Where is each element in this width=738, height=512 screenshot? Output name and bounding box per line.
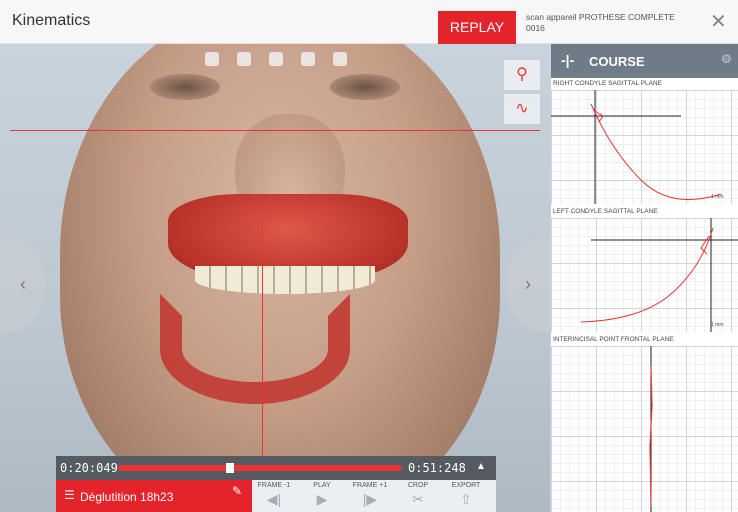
graph-area[interactable]: 1 mm [551, 218, 738, 332]
scale-label: 1 mm [711, 194, 724, 200]
page-title: Kinematics [12, 12, 91, 29]
export-icon: ⇧ [460, 491, 472, 507]
sequence-selector[interactable]: ☰ Déglutition 18h23 ✎ [56, 480, 252, 512]
course-title: COURSE [589, 54, 645, 69]
time-end: 0:51:248 [408, 461, 466, 475]
curve-icon[interactable]: ∿ [504, 94, 540, 124]
view-icon-3[interactable] [269, 52, 283, 66]
interincisal-trace [649, 346, 653, 512]
header-bar: Kinematics REPLAY scan appareil PROTHESE… [0, 0, 738, 44]
left-condyle-graph: LEFT CONDYLE SAGITTAL PLANE 1 mm [551, 208, 738, 334]
timeline-knob[interactable] [225, 463, 234, 473]
control-buttons: ☰ Déglutition 18h23 ✎ FRAME -1 ◀| PLAY ▶… [56, 480, 496, 512]
play-button[interactable]: PLAY ▶ [300, 482, 344, 508]
upper-teeth [195, 266, 375, 294]
right-eye [330, 74, 400, 100]
menu-icon[interactable]: ☰ [64, 488, 75, 502]
view-toolbar [205, 52, 355, 68]
graph-label: RIGHT CONDYLE SAGITTAL PLANE [553, 80, 662, 87]
reference-horizontal-line [10, 130, 540, 131]
view-icon-4[interactable] [301, 52, 315, 66]
left-eye [150, 74, 220, 100]
view-icon-2[interactable] [237, 52, 251, 66]
frame-back-button[interactable]: FRAME -1 ◀| [252, 482, 296, 508]
playback-controls: 0:20:049 0:51:248 ▲ ☰ Déglutition 18h23 … [56, 456, 496, 512]
view-icon-1[interactable] [205, 52, 219, 66]
graph-label: LEFT CONDYLE SAGITTAL PLANE [553, 208, 658, 215]
time-start: 0:20:049 [60, 461, 118, 475]
step-forward-icon: |▶ [362, 491, 378, 507]
face-scan [60, 44, 500, 512]
timeline-bar: 0:20:049 0:51:248 ▲ [56, 456, 496, 480]
previous-view-button[interactable]: ‹ [0, 234, 46, 334]
crosshair-icon: -|- [561, 52, 575, 68]
gear-icon[interactable]: ⚙ [721, 52, 732, 66]
scale-label: 1 mm [711, 322, 724, 328]
reference-vertical-line [262, 224, 263, 464]
scissors-icon: ✂ [412, 491, 424, 507]
next-view-button[interactable]: › [505, 234, 550, 334]
edit-pencil-icon[interactable]: ✎ [232, 484, 242, 498]
step-back-icon: ◀| [266, 491, 282, 507]
graph-label: INTERINCISAL POINT FRONTAL PLANE [553, 336, 674, 343]
course-panel: -|- COURSE ⚙ RIGHT CONDYLE SAGITTAL PLAN… [550, 44, 738, 512]
lower-prosthesis [160, 294, 350, 404]
scan-name: scan appareil PROTHESE COMPLETE 0016 [526, 12, 675, 33]
close-icon[interactable]: ✕ [710, 12, 727, 32]
sequence-label: Déglutition 18h23 [80, 490, 174, 504]
play-icon: ▶ [316, 491, 328, 507]
graph-area[interactable]: 1 mm [551, 90, 738, 204]
view-icon-5[interactable] [333, 52, 347, 66]
crop-button[interactable]: CROP ✂ [396, 482, 440, 508]
collapse-caret-icon[interactable]: ▲ [476, 461, 486, 472]
left-condyle-trace [580, 218, 738, 332]
3d-viewport[interactable]: ⚲ ∿ ‹ › [0, 44, 550, 512]
right-condyle-trace [551, 90, 722, 204]
interincisal-graph: INTERINCISAL POINT FRONTAL PLANE [551, 336, 738, 512]
export-button[interactable]: EXPORT ⇧ [444, 482, 488, 508]
graph-area[interactable] [551, 346, 738, 512]
course-panel-header: -|- COURSE ⚙ [551, 44, 738, 78]
right-condyle-graph: RIGHT CONDYLE SAGITTAL PLANE 1 mm [551, 80, 738, 206]
timeline-track[interactable] [118, 463, 402, 473]
trace-point-icon[interactable]: ⚲ [504, 60, 540, 90]
replay-button[interactable]: REPLAY [438, 11, 516, 44]
frame-forward-button[interactable]: FRAME +1 |▶ [348, 482, 392, 508]
kinematics-app: Kinematics REPLAY scan appareil PROTHESE… [0, 0, 738, 512]
